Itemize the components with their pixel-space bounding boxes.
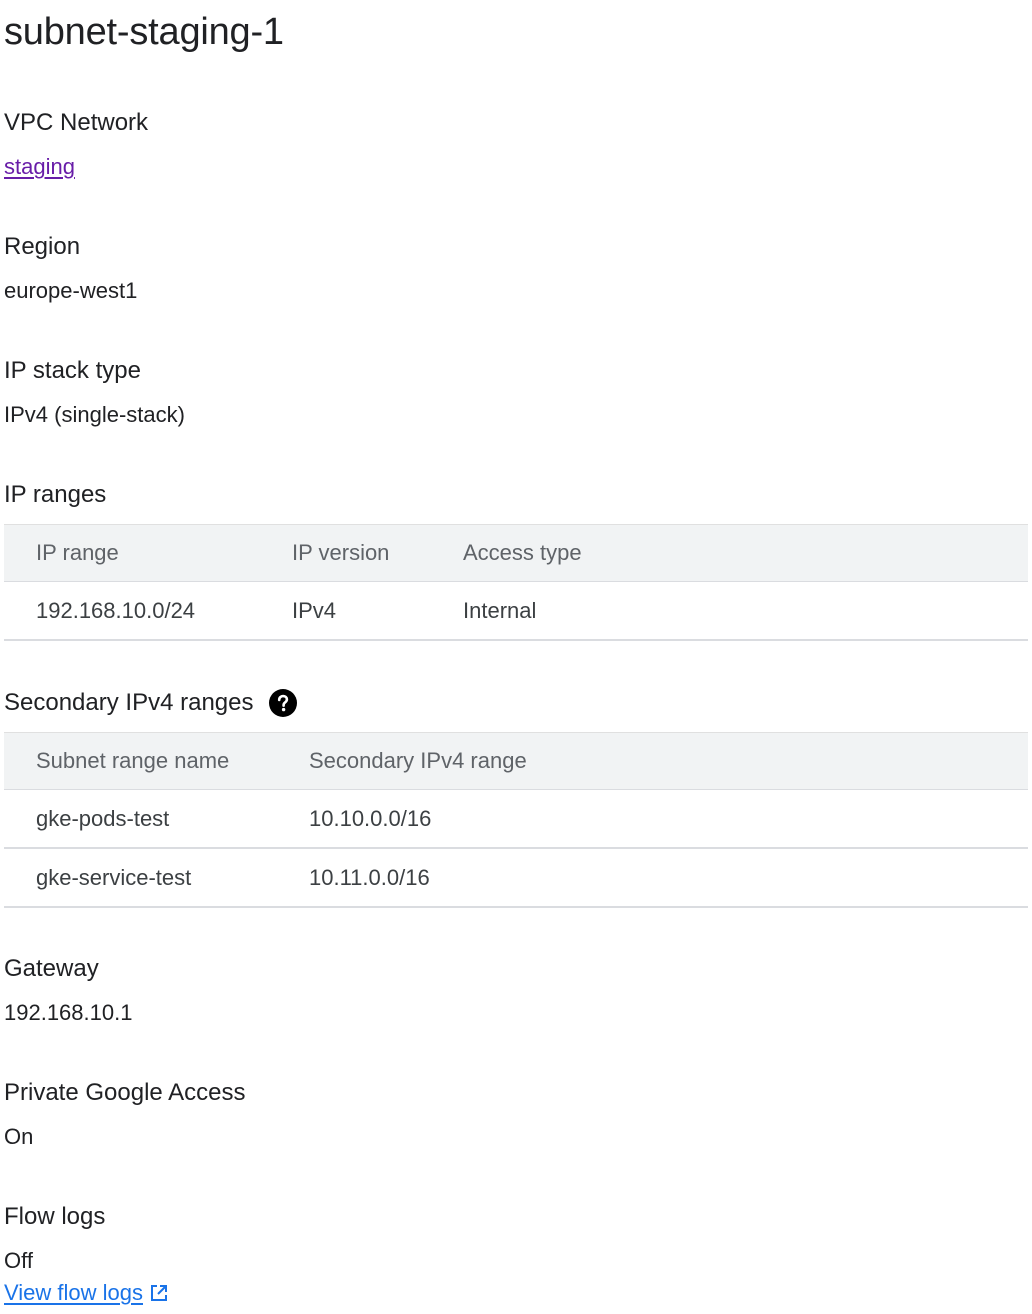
ip-ranges-label: IP ranges — [4, 481, 107, 508]
flow-logs-section: Flow logs Off View flow logs — [4, 1202, 169, 1308]
access-type-cell: Internal — [431, 581, 1028, 641]
help-circle-icon[interactable] — [269, 689, 298, 717]
table-row: gke-service-test 10.11.0.0/16 — [4, 848, 1028, 908]
view-flow-logs-label: View flow logs — [4, 1280, 143, 1305]
ip-stack-type-section: IP stack type IPv4 (single-stack) — [4, 356, 185, 430]
gateway-label: Gateway — [4, 955, 99, 982]
column-header-access-type: Access type — [431, 524, 1028, 582]
ip-range-cell: 192.168.10.0/24 — [4, 581, 260, 641]
region-section: Region europe-west1 — [4, 232, 137, 306]
ip-ranges-table: IP range IP version Access type 192.168.… — [4, 524, 1028, 641]
column-header-secondary-ipv4-range: Secondary IPv4 range — [277, 732, 1028, 790]
column-header-ip-version: IP version — [260, 524, 431, 582]
secondary-ranges-table: Subnet range name Secondary IPv4 range g… — [4, 732, 1028, 908]
ip-version-cell: IPv4 — [260, 581, 431, 641]
private-google-access-value: On — [4, 1124, 34, 1149]
gateway-section: Gateway 192.168.10.1 — [4, 954, 132, 1028]
secondary-ranges-section: Secondary IPv4 ranges — [4, 688, 298, 718]
flow-logs-label: Flow logs — [4, 1203, 106, 1230]
region-value: europe-west1 — [4, 278, 138, 303]
subnet-range-name-cell: gke-service-test — [4, 848, 277, 908]
subnet-range-name-cell: gke-pods-test — [4, 789, 277, 849]
open-in-new-icon — [151, 1285, 167, 1301]
secondary-ranges-label: Secondary IPv4 ranges — [4, 689, 254, 716]
vpc-network-section: VPC Network staging — [4, 108, 148, 182]
table-row: 192.168.10.0/24 IPv4 Internal — [4, 581, 1028, 641]
ip-stack-type-label: IP stack type — [4, 357, 141, 384]
ip-ranges-section: IP ranges — [4, 480, 106, 510]
vpc-network-label: VPC Network — [4, 109, 149, 136]
table-header-row: IP range IP version Access type — [4, 524, 1028, 582]
flow-logs-value: Off — [4, 1248, 33, 1273]
column-header-subnet-range-name: Subnet range name — [4, 732, 277, 790]
secondary-range-cell: 10.11.0.0/16 — [277, 848, 1028, 908]
gateway-value: 192.168.10.1 — [4, 1000, 133, 1025]
page-title: subnet-staging-1 — [4, 11, 284, 53]
view-flow-logs-link[interactable]: View flow logs — [4, 1278, 169, 1308]
table-row: gke-pods-test 10.10.0.0/16 — [4, 789, 1028, 849]
secondary-range-cell: 10.10.0.0/16 — [277, 789, 1028, 849]
vpc-network-link[interactable]: staging — [4, 154, 75, 179]
table-header-row: Subnet range name Secondary IPv4 range — [4, 732, 1028, 790]
region-label: Region — [4, 233, 81, 260]
ip-stack-type-value: IPv4 (single-stack) — [4, 402, 185, 427]
private-google-access-section: Private Google Access On — [4, 1078, 245, 1152]
private-google-access-label: Private Google Access — [4, 1079, 246, 1106]
column-header-ip-range: IP range — [4, 524, 260, 582]
